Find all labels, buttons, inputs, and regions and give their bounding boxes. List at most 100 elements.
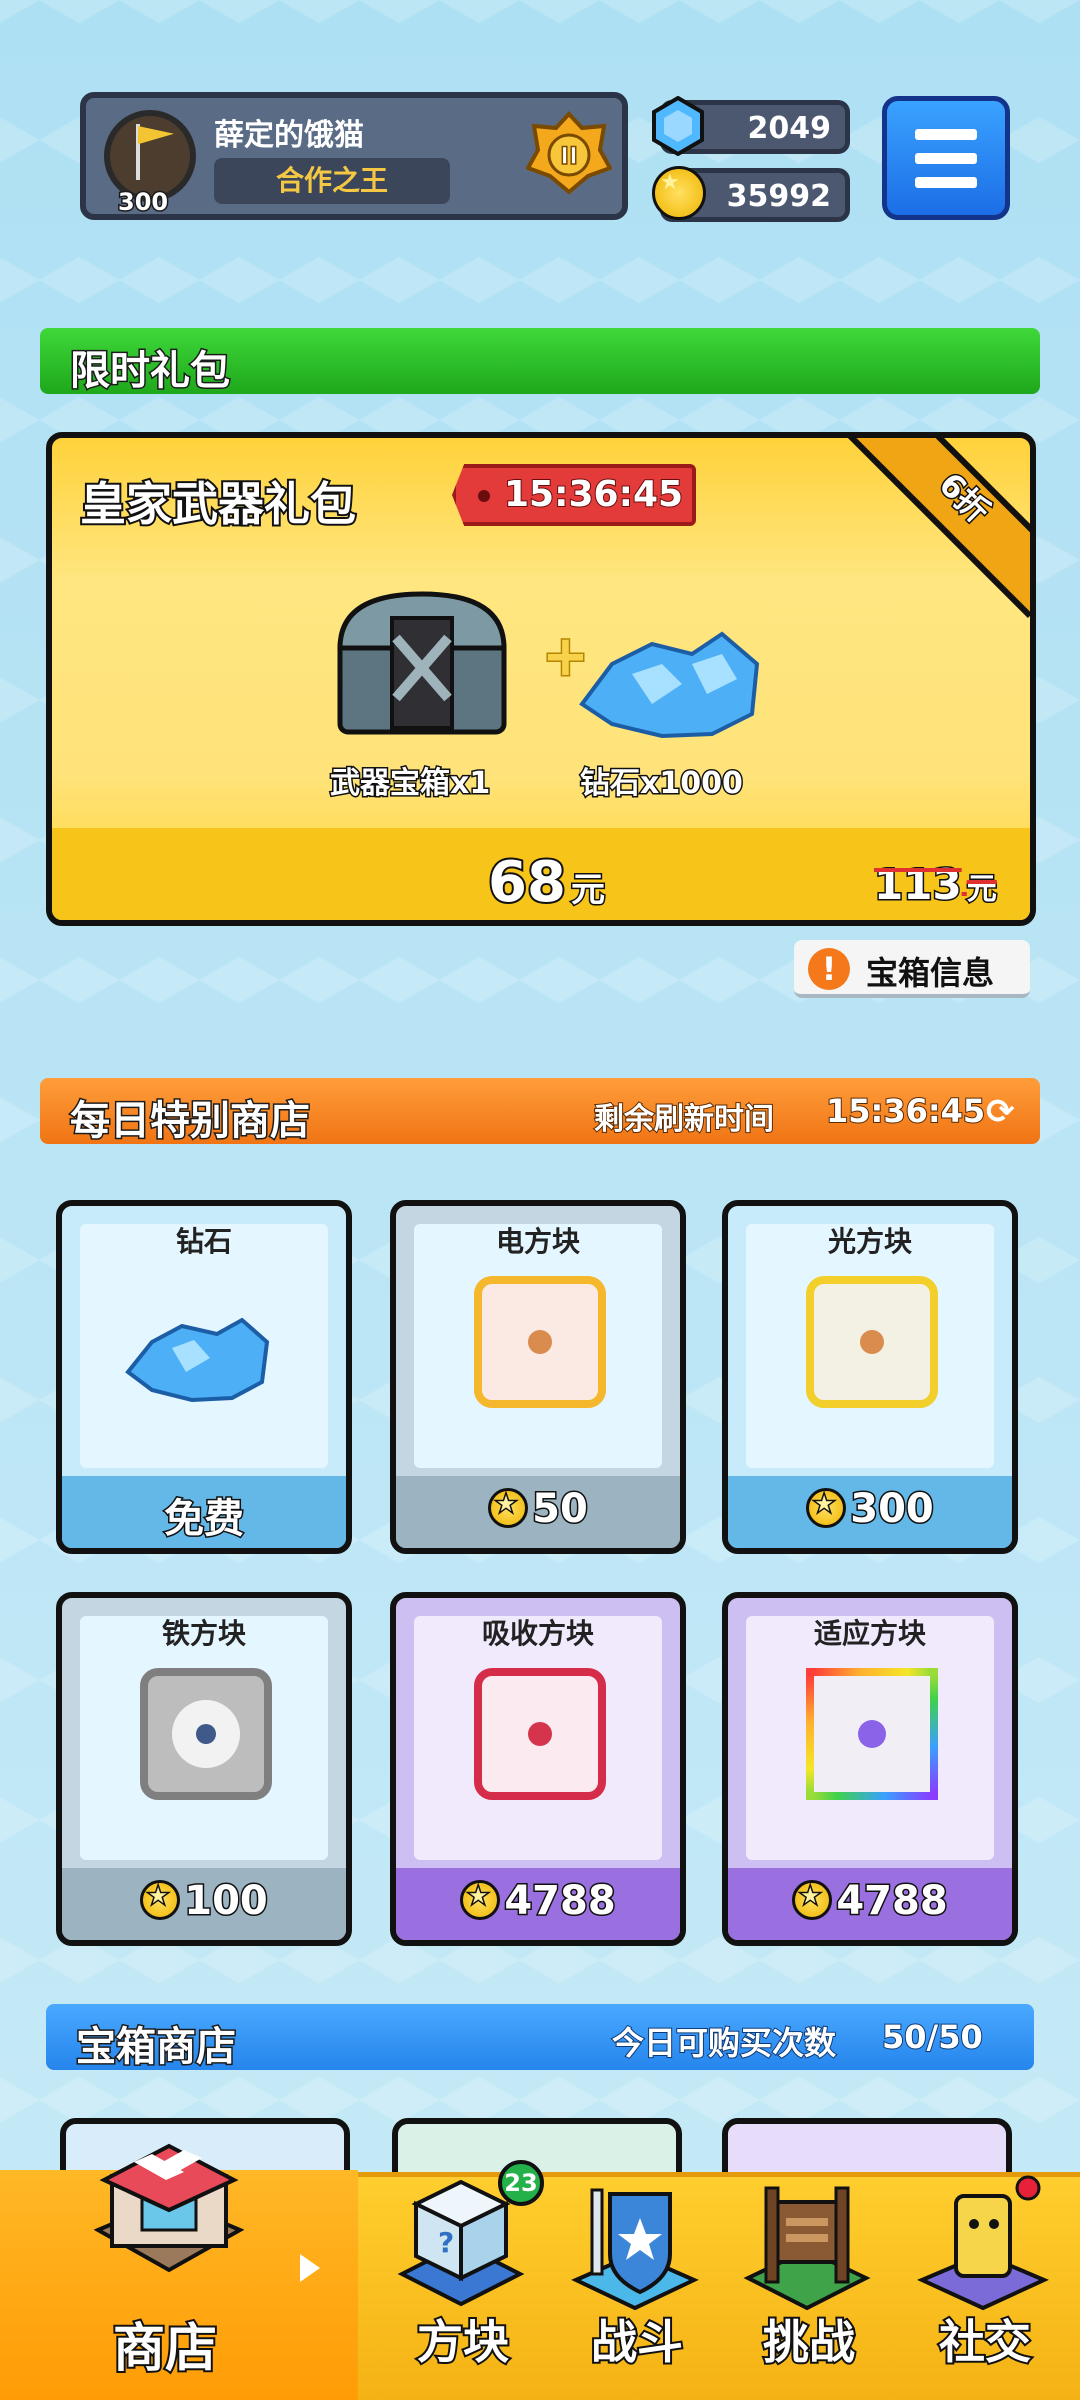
rank-text: II: [560, 142, 578, 170]
shop-item-adapt-cube[interactable]: 适应方块 x5 4788: [722, 1592, 1018, 1946]
cube-dot: [196, 1724, 216, 1744]
item-price-row: 50: [396, 1476, 680, 1548]
daily-shop-title: 每日特别商店: [69, 1097, 312, 1146]
gift-item-chest-label: 武器宝箱x1: [328, 765, 491, 803]
nav-arrow-icon: [300, 2254, 320, 2282]
daily-shop-header: 每日特别商店 剩余刷新时间 15:36:45 ⟳: [40, 1078, 1040, 1146]
electric-cube-icon: [474, 1276, 606, 1408]
chest-shop-title: 宝箱商店: [75, 2023, 238, 2072]
gift-price-unit: 元: [570, 869, 607, 912]
light-cube-icon: [806, 1276, 938, 1408]
iron-cube-icon: [140, 1668, 272, 1800]
menu-line-icon: [915, 129, 977, 140]
timer-dot-icon: [478, 490, 490, 502]
menu-line-icon: [915, 153, 977, 164]
item-price-row: 4788: [396, 1868, 680, 1940]
gift-price-value: 68: [486, 848, 568, 917]
nav-label-challenge: 挑战: [761, 2313, 857, 2371]
cube-dot: [858, 1720, 886, 1748]
gift-original-unit: 元: [965, 871, 998, 909]
diamond-count: 2049: [747, 111, 832, 146]
cube-dot: [528, 1330, 552, 1354]
item-name: 吸收方块: [481, 1617, 594, 1650]
gift-price[interactable]: 68 元: [486, 848, 607, 917]
nav-item-battle[interactable]: 战斗: [552, 2170, 722, 2400]
gift-original-price: 113 元: [873, 859, 999, 911]
item-name: 适应方块: [813, 1617, 926, 1650]
svg-text:?: ?: [438, 2226, 454, 2259]
gift-timer: 15:36:45: [452, 464, 696, 526]
item-name: 电方块: [495, 1225, 580, 1258]
cube-badge: 23: [498, 2160, 544, 2206]
refresh-label: 剩余刷新时间: [593, 1101, 775, 1138]
coin-icon: [652, 166, 706, 220]
nav-item-cube[interactable]: ? 23 方块: [378, 2160, 548, 2400]
player-title: 合作之王: [214, 158, 450, 204]
limited-section-title: 限时礼包: [69, 347, 232, 396]
adapt-cube-icon: [806, 1668, 938, 1800]
shop-item-light-cube[interactable]: 光方块 x3 300: [722, 1200, 1018, 1554]
chest-info-button[interactable]: ! 宝箱信息: [794, 940, 1030, 998]
chest-limit-value: 50/50: [881, 2017, 984, 2057]
gift-pack-name: 皇家武器礼包: [78, 475, 358, 533]
gift-item-diamond-label: 钻石x1000: [579, 765, 745, 803]
shop-item-electric-cube[interactable]: 电方块 x5 50: [390, 1200, 686, 1554]
refresh-time: 15:36:45: [825, 1091, 986, 1131]
item-price-wrap: 100: [62, 1877, 346, 1926]
item-price-wrap: 4788: [728, 1877, 1012, 1926]
social-character-icon: [917, 2175, 1049, 2311]
diamond-pile-icon: [579, 631, 760, 739]
item-price: 4788: [503, 1877, 617, 1926]
chest-shop-header: 宝箱商店 今日可购买次数 50/50: [46, 2004, 1034, 2072]
coin-count: 35992: [726, 179, 831, 214]
item-price-wrap: 300: [728, 1485, 1012, 1534]
nav-label-cube: 方块: [415, 2313, 511, 2371]
coin-icon: [140, 1880, 181, 1920]
nav-label-social: 社交: [937, 2313, 1033, 2371]
coin-icon: [792, 1880, 833, 1920]
shield-icon: [571, 2188, 699, 2311]
shop-building-icon: [94, 2143, 244, 2273]
discount-label: 6折: [930, 464, 998, 532]
item-price: 100: [183, 1877, 269, 1926]
item-price-row: 300: [728, 1476, 1012, 1548]
chest-info-label: 宝箱信息: [866, 954, 995, 992]
shop-item-iron-cube[interactable]: 铁方块 x10 100: [56, 1592, 352, 1946]
cube-dot: [528, 1722, 552, 1746]
flag-icon: [138, 126, 174, 145]
diamond-icon: [652, 96, 704, 156]
player-name: 薛定的饿猫: [214, 118, 364, 153]
item-price-wrap: 50: [396, 1485, 680, 1534]
item-price-wrap: 4788: [396, 1877, 680, 1926]
gift-pack-card[interactable]: 皇家武器礼包 15:36:45 6折 + 武器宝箱x1 钻石x1000 68 元…: [46, 432, 1036, 926]
item-price: 300: [849, 1485, 935, 1534]
limited-section-header: 限时礼包: [40, 328, 1040, 396]
gift-original-value: 113: [873, 859, 964, 911]
chest-limit-label: 今日可购买次数: [611, 2023, 837, 2063]
weapon-chest-icon: [337, 591, 507, 735]
cube-dot: [860, 1330, 884, 1354]
menu-line-icon: [915, 177, 977, 188]
shop-item-diamond[interactable]: 钻石 x500 免费: [56, 1200, 352, 1554]
shop-item-absorb-cube[interactable]: 吸收方块 x5 4788: [390, 1592, 686, 1946]
coin-icon: [460, 1880, 501, 1920]
gift-timer-text: 15:36:45: [503, 473, 684, 516]
coin-icon: [488, 1488, 529, 1528]
menu-button[interactable]: [882, 96, 1010, 220]
item-price-row: 免费: [62, 1476, 346, 1548]
player-card[interactable]: 300 薛定的饿猫 合作之王 II: [80, 92, 628, 220]
item-price: 50: [531, 1485, 590, 1534]
coin-icon: [806, 1488, 847, 1528]
item-price-row: 4788: [728, 1868, 1012, 1940]
nav-label-battle: 战斗: [589, 2313, 685, 2371]
absorb-cube-icon: [474, 1668, 606, 1800]
nav-item-challenge[interactable]: 挑战: [724, 2170, 894, 2400]
item-price: 4788: [835, 1877, 949, 1926]
challenge-board-icon: [743, 2186, 871, 2311]
refresh-icon[interactable]: ⟳: [986, 1092, 1015, 1132]
item-price: 免费: [163, 1495, 246, 1544]
rank-badge-icon[interactable]: II: [526, 110, 612, 196]
nav-item-shop[interactable]: 商店: [0, 2143, 358, 2400]
nav-item-social[interactable]: 社交: [900, 2170, 1070, 2400]
nav-label-shop: 商店: [111, 2317, 219, 2381]
